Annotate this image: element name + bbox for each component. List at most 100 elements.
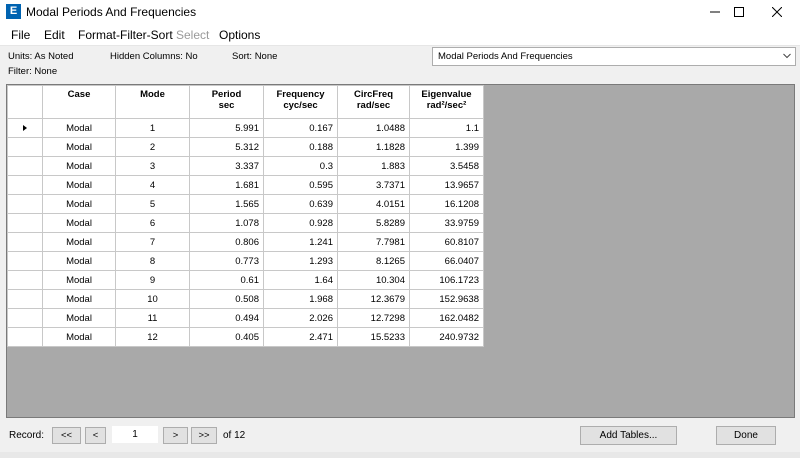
row-header[interactable]: [7, 270, 43, 290]
cell-period[interactable]: 0.773: [189, 251, 264, 271]
cell-frequency[interactable]: 0.3: [263, 156, 338, 176]
cell-eigenvalue[interactable]: 33.9759: [409, 213, 484, 233]
cell-eigenvalue[interactable]: 60.8107: [409, 232, 484, 252]
record-number-input[interactable]: 1: [112, 426, 158, 443]
row-header[interactable]: [7, 308, 43, 328]
cell-frequency[interactable]: 0.167: [263, 118, 338, 138]
cell-frequency[interactable]: 1.64: [263, 270, 338, 290]
cell-period[interactable]: 0.405: [189, 327, 264, 347]
row-header[interactable]: [7, 289, 43, 309]
cell-mode[interactable]: 6: [115, 213, 190, 233]
table-row[interactable]: Modal 4 1.681 0.595 3.7371 13.9657: [7, 175, 484, 195]
cell-period[interactable]: 1.078: [189, 213, 264, 233]
corner-cell[interactable]: [7, 85, 43, 119]
table-row[interactable]: Modal 5 1.565 0.639 4.0151 16.1208: [7, 194, 484, 214]
cell-case[interactable]: Modal: [42, 270, 116, 290]
cell-period[interactable]: 3.337: [189, 156, 264, 176]
table-row[interactable]: Modal 11 0.494 2.026 12.7298 162.0482: [7, 308, 484, 328]
cell-eigenvalue[interactable]: 66.0407: [409, 251, 484, 271]
cell-period[interactable]: 5.991: [189, 118, 264, 138]
cell-circfreq[interactable]: 5.8289: [337, 213, 410, 233]
cell-circfreq[interactable]: 3.7371: [337, 175, 410, 195]
cell-period[interactable]: 5.312: [189, 137, 264, 157]
menu-format-filter-sort[interactable]: Format-Filter-Sort: [78, 28, 173, 42]
cell-circfreq[interactable]: 4.0151: [337, 194, 410, 214]
cell-case[interactable]: Modal: [42, 194, 116, 214]
menu-edit[interactable]: Edit: [44, 28, 65, 42]
cell-frequency[interactable]: 2.471: [263, 327, 338, 347]
table-row[interactable]: Modal 9 0.61 1.64 10.304 106.1723: [7, 270, 484, 290]
table-row[interactable]: Modal 2 5.312 0.188 1.1828 1.399: [7, 137, 484, 157]
next-record-button[interactable]: >: [163, 427, 188, 444]
cell-circfreq[interactable]: 15.5233: [337, 327, 410, 347]
cell-frequency[interactable]: 1.968: [263, 289, 338, 309]
cell-case[interactable]: Modal: [42, 175, 116, 195]
cell-mode[interactable]: 3: [115, 156, 190, 176]
add-tables-button[interactable]: Add Tables...: [580, 426, 677, 445]
cell-eigenvalue[interactable]: 106.1723: [409, 270, 484, 290]
table-row[interactable]: Modal 7 0.806 1.241 7.7981 60.8107: [7, 232, 484, 252]
cell-circfreq[interactable]: 7.7981: [337, 232, 410, 252]
row-header[interactable]: [7, 194, 43, 214]
cell-frequency[interactable]: 0.639: [263, 194, 338, 214]
cell-case[interactable]: Modal: [42, 213, 116, 233]
table-row[interactable]: Modal 8 0.773 1.293 8.1265 66.0407: [7, 251, 484, 271]
data-grid[interactable]: Case Mode Period sec Frequency cyc/sec Cir…: [6, 84, 795, 418]
cell-case[interactable]: Modal: [42, 156, 116, 176]
cell-circfreq[interactable]: 12.7298: [337, 308, 410, 328]
cell-case[interactable]: Modal: [42, 327, 116, 347]
cell-mode[interactable]: 12: [115, 327, 190, 347]
cell-frequency[interactable]: 2.026: [263, 308, 338, 328]
cell-eigenvalue[interactable]: 16.1208: [409, 194, 484, 214]
cell-circfreq[interactable]: 12.3679: [337, 289, 410, 309]
cell-mode[interactable]: 7: [115, 232, 190, 252]
cell-circfreq[interactable]: 1.883: [337, 156, 410, 176]
cell-period[interactable]: 0.508: [189, 289, 264, 309]
table-row[interactable]: Modal 12 0.405 2.471 15.5233 240.9732: [7, 327, 484, 347]
cell-circfreq[interactable]: 8.1265: [337, 251, 410, 271]
cell-circfreq[interactable]: 10.304: [337, 270, 410, 290]
menu-file[interactable]: File: [11, 28, 30, 42]
cell-period[interactable]: 0.494: [189, 308, 264, 328]
cell-frequency[interactable]: 0.188: [263, 137, 338, 157]
row-header[interactable]: [7, 327, 43, 347]
row-header[interactable]: [7, 118, 43, 138]
column-header-frequency[interactable]: Frequency cyc/sec: [263, 85, 338, 119]
cell-case[interactable]: Modal: [42, 137, 116, 157]
column-header-mode[interactable]: Mode: [115, 85, 190, 119]
menu-options[interactable]: Options: [219, 28, 260, 42]
cell-frequency[interactable]: 0.595: [263, 175, 338, 195]
cell-frequency[interactable]: 1.241: [263, 232, 338, 252]
column-header-case[interactable]: Case: [42, 85, 116, 119]
cell-circfreq[interactable]: 1.1828: [337, 137, 410, 157]
close-button[interactable]: [754, 0, 800, 24]
cell-eigenvalue[interactable]: 240.9732: [409, 327, 484, 347]
cell-mode[interactable]: 10: [115, 289, 190, 309]
row-header[interactable]: [7, 156, 43, 176]
cell-period[interactable]: 0.806: [189, 232, 264, 252]
table-row[interactable]: Modal 6 1.078 0.928 5.8289 33.9759: [7, 213, 484, 233]
cell-eigenvalue[interactable]: 1.399: [409, 137, 484, 157]
row-header[interactable]: [7, 232, 43, 252]
cell-mode[interactable]: 4: [115, 175, 190, 195]
cell-mode[interactable]: 5: [115, 194, 190, 214]
cell-case[interactable]: Modal: [42, 118, 116, 138]
column-header-eigenvalue[interactable]: Eigenvalue rad²/sec²: [409, 85, 484, 119]
cell-mode[interactable]: 1: [115, 118, 190, 138]
row-header[interactable]: [7, 251, 43, 271]
table-row[interactable]: Modal 10 0.508 1.968 12.3679 152.9638: [7, 289, 484, 309]
column-header-period[interactable]: Period sec: [189, 85, 264, 119]
done-button[interactable]: Done: [716, 426, 776, 445]
cell-mode[interactable]: 8: [115, 251, 190, 271]
table-selector-dropdown[interactable]: Modal Periods And Frequencies: [432, 47, 796, 66]
cell-mode[interactable]: 11: [115, 308, 190, 328]
cell-case[interactable]: Modal: [42, 251, 116, 271]
row-header[interactable]: [7, 137, 43, 157]
cell-eigenvalue[interactable]: 13.9657: [409, 175, 484, 195]
row-header[interactable]: [7, 175, 43, 195]
cell-case[interactable]: Modal: [42, 289, 116, 309]
cell-circfreq[interactable]: 1.0488: [337, 118, 410, 138]
cell-period[interactable]: 1.681: [189, 175, 264, 195]
cell-frequency[interactable]: 0.928: [263, 213, 338, 233]
cell-eigenvalue[interactable]: 1.1: [409, 118, 484, 138]
